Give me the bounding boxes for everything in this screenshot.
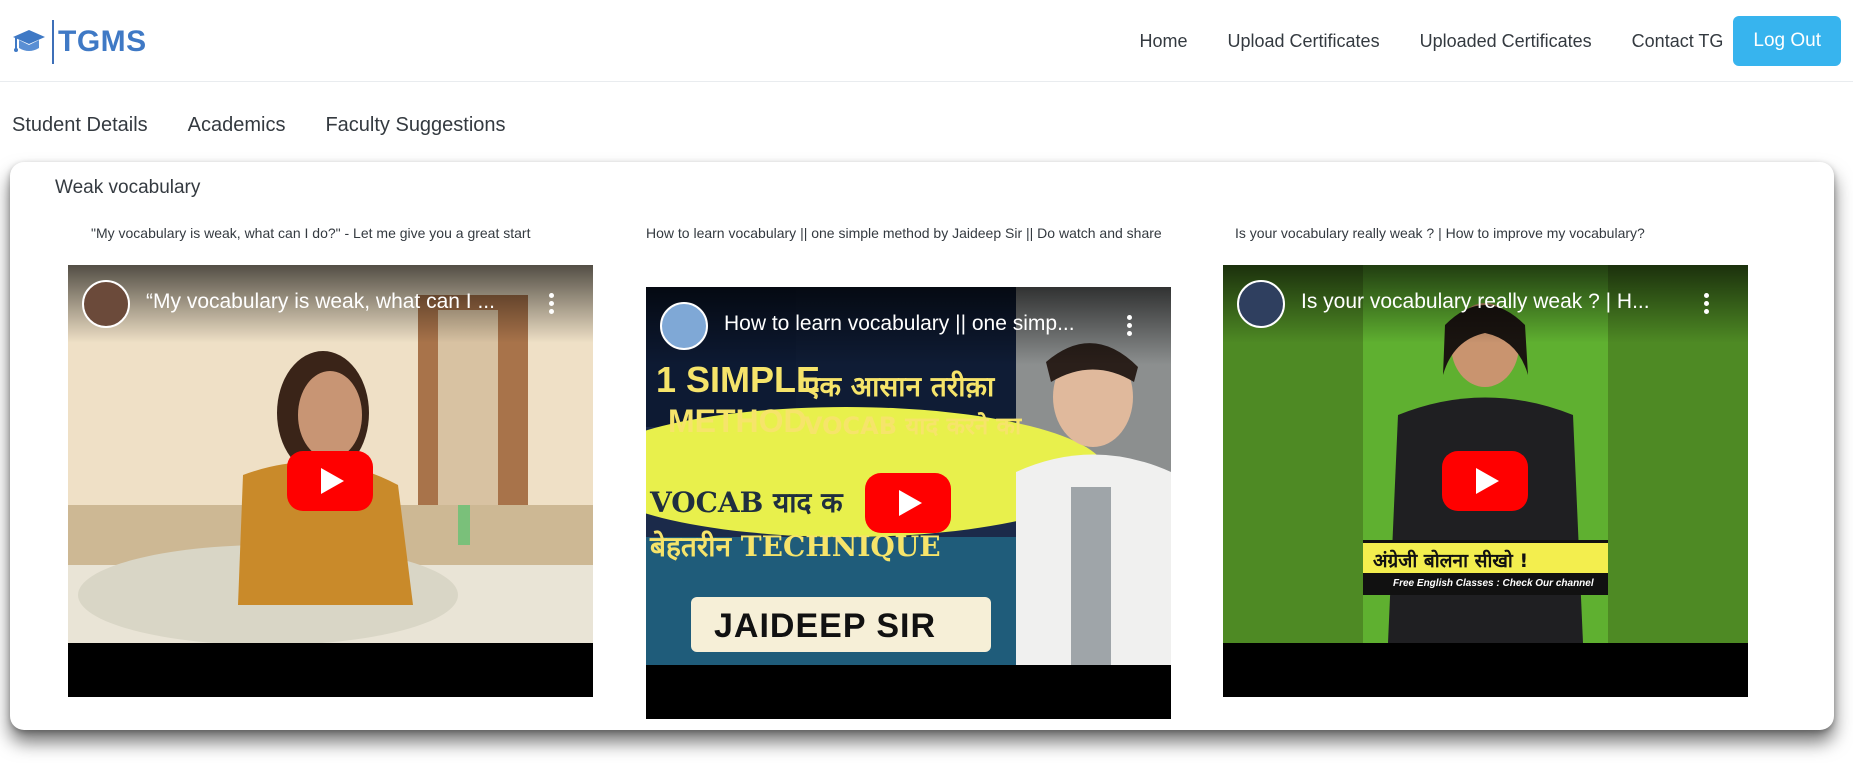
youtube-play-icon[interactable] — [1442, 451, 1528, 511]
video-player[interactable]: “My vocabulary is weak, what can I ... — [68, 265, 593, 697]
top-navbar: TGMS Home Upload Certificates Uploaded C… — [0, 0, 1853, 82]
tab-student-details[interactable]: Student Details — [12, 114, 148, 137]
player-title[interactable]: Is your vocabulary really weak ? | H... — [1301, 290, 1691, 314]
brand-divider — [52, 20, 54, 64]
video-player[interactable]: 1 SIMPLE METHOD एक आसान तरीक़ा VOCAB याद… — [646, 287, 1171, 719]
video-caption: Is your vocabulary really weak ? | How t… — [1235, 225, 1645, 241]
player-title[interactable]: “My vocabulary is weak, what can I ... — [146, 290, 536, 314]
youtube-play-icon[interactable] — [287, 451, 373, 511]
nav-home[interactable]: Home — [1139, 31, 1187, 52]
kebab-menu-icon[interactable] — [549, 293, 555, 315]
sub-tabs: Student Details Academics Faculty Sugges… — [12, 114, 546, 137]
video-player[interactable]: अंग्रेजी बोलना सीखो ! Free English Class… — [1223, 265, 1748, 697]
nav-upload-certificates[interactable]: Upload Certificates — [1228, 31, 1380, 52]
graduation-cap-icon — [13, 30, 45, 52]
suggestion-card: Weak vocabulary "My vocabulary is weak, … — [10, 162, 1834, 730]
section-title: Weak vocabulary — [55, 177, 201, 198]
thumb-text: अंग्रेजी बोलना सीखो ! — [1373, 550, 1529, 572]
youtube-play-icon[interactable] — [865, 473, 951, 533]
video-caption: "My vocabulary is weak, what can I do?" … — [91, 225, 531, 241]
channel-avatar[interactable] — [82, 280, 130, 328]
kebab-menu-icon[interactable] — [1704, 293, 1710, 315]
channel-avatar[interactable] — [660, 302, 708, 350]
brand-name: TGMS — [58, 25, 147, 58]
nav-uploaded-certificates[interactable]: Uploaded Certificates — [1420, 31, 1592, 52]
thumb-text: 1 SIMPLE — [656, 359, 821, 400]
kebab-menu-icon[interactable] — [1127, 315, 1133, 337]
tab-academics[interactable]: Academics — [188, 114, 286, 137]
thumb-text: METHOD — [668, 403, 807, 439]
thumb-text: JAIDEEP SIR — [714, 607, 937, 645]
player-title[interactable]: How to learn vocabulary || one simp... — [724, 312, 1114, 336]
thumb-text: एक आसान तरीक़ा — [804, 370, 995, 403]
logout-button[interactable]: Log Out — [1733, 16, 1841, 66]
nav-links: Home Upload Certificates Uploaded Certif… — [1139, 0, 1853, 82]
tab-faculty-suggestions[interactable]: Faculty Suggestions — [325, 114, 505, 137]
nav-contact-tg[interactable]: Contact TG — [1632, 31, 1724, 52]
thumb-text: VOCAB याद क — [650, 486, 843, 519]
channel-avatar[interactable] — [1237, 280, 1285, 328]
thumb-text: Free English Classes : Check Our channel — [1393, 578, 1594, 589]
thumb-text: VOCAB याद करने का — [804, 412, 1022, 440]
brand-logo[interactable]: TGMS — [12, 20, 147, 64]
video-caption: How to learn vocabulary || one simple me… — [646, 225, 1162, 241]
